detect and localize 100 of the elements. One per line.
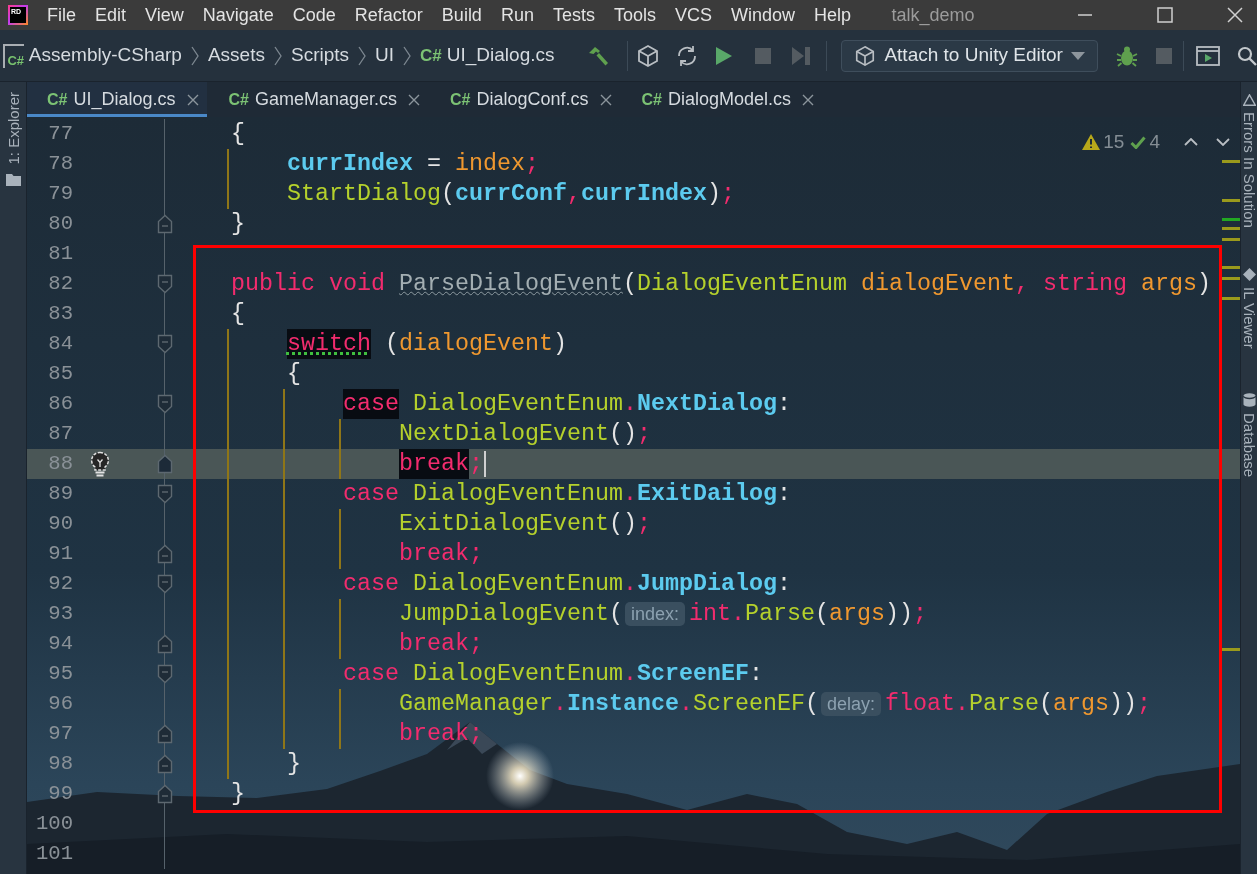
text-cursor — [484, 451, 486, 477]
line-number: 90 — [47, 511, 73, 537]
breadcrumb-item[interactable]: Assets — [207, 41, 265, 70]
database-icon[interactable] — [1242, 392, 1256, 407]
fold-marker-icon[interactable] — [157, 754, 173, 774]
code-text: } — [231, 780, 245, 809]
diamond-icon[interactable] — [1242, 267, 1256, 281]
stop-icon[interactable] — [1156, 47, 1173, 64]
bug-icon[interactable] — [1116, 44, 1139, 67]
tool-window-label[interactable]: Errors In Solution — [1240, 112, 1257, 228]
code-text: { — [287, 360, 301, 389]
play-icon[interactable] — [715, 45, 734, 66]
tool-window-label[interactable]: Database — [1240, 412, 1257, 477]
editor-tab[interactable]: C# DialogModel.cs — [619, 82, 823, 117]
chevron-down-icon[interactable] — [1216, 138, 1230, 147]
cube-icon — [854, 44, 877, 67]
warning-icon[interactable] — [1082, 134, 1101, 151]
code-text: break; — [399, 540, 483, 569]
line-number: 84 — [47, 331, 73, 357]
tool-window-label[interactable]: 1: Explorer — [4, 92, 22, 165]
close-icon[interactable] — [186, 93, 199, 106]
line-number: 92 — [47, 571, 73, 597]
breadcrumb-item[interactable]: UI — [375, 41, 395, 70]
fold-marker-icon[interactable] — [157, 724, 173, 744]
close-icon[interactable] — [1227, 7, 1243, 23]
line-number: 95 — [47, 661, 73, 687]
line-number: 78 — [47, 151, 73, 177]
line-number: 82 — [47, 271, 73, 297]
run-window-icon[interactable] — [1196, 45, 1220, 66]
code-text: case DialogEventEnum.JumpDialog: — [343, 570, 791, 599]
line-number: 100 — [34, 811, 73, 837]
close-icon[interactable] — [408, 93, 421, 106]
code-text: (dialogEvent) — [384, 330, 567, 359]
chevron-up-icon[interactable] — [1184, 138, 1198, 147]
stop-icon[interactable] — [755, 47, 772, 64]
menu-item[interactable]: Build — [432, 0, 492, 30]
step-forward-icon[interactable] — [792, 46, 811, 65]
menu-item[interactable]: VCS — [665, 0, 722, 30]
fold-marker-icon[interactable] — [157, 634, 173, 654]
menu-item[interactable]: Tools — [604, 0, 666, 30]
line-number: 99 — [47, 781, 73, 807]
fold-marker-icon[interactable] — [157, 274, 173, 294]
search-icon[interactable] — [1237, 45, 1257, 66]
close-icon[interactable] — [802, 93, 815, 106]
fold-marker-icon[interactable] — [157, 574, 173, 594]
csharp-file-icon: C# — [228, 87, 249, 112]
line-number: 98 — [47, 751, 73, 777]
code-text: GameManager.Instance.ScreenEF( — [399, 690, 819, 719]
fold-marker-icon[interactable] — [157, 544, 173, 564]
cube-icon[interactable] — [636, 43, 661, 68]
chevron-right-icon — [273, 45, 282, 66]
menu-item[interactable]: Tests — [543, 0, 605, 30]
highlighted-keyword: switch — [287, 329, 371, 359]
fold-marker-icon[interactable] — [157, 664, 173, 684]
menu-item[interactable]: Code — [283, 0, 346, 30]
csharp-file-icon: C# — [47, 87, 68, 112]
close-icon[interactable] — [599, 93, 612, 106]
code-text: } — [287, 750, 301, 779]
fold-marker-icon[interactable] — [157, 784, 173, 804]
menu-item[interactable]: Edit — [85, 0, 136, 30]
csharp-file-icon: C# — [420, 42, 442, 69]
fold-marker-icon[interactable] — [157, 484, 173, 504]
menu-item[interactable]: Run — [491, 0, 544, 30]
folder-icon[interactable] — [5, 172, 21, 186]
code-text: break; — [399, 630, 483, 659]
highlighted-keyword: break — [399, 449, 469, 479]
code-text: { — [231, 300, 245, 329]
lightbulb-icon[interactable] — [90, 451, 110, 477]
check-icon[interactable] — [1130, 135, 1147, 149]
code-text: { — [231, 120, 245, 149]
breadcrumb-item[interactable]: Assembly-CSharp — [28, 41, 182, 70]
fold-marker-icon[interactable] — [157, 394, 173, 414]
breadcrumb-item[interactable]: Scripts — [290, 41, 350, 70]
menu-item[interactable]: Navigate — [193, 0, 284, 30]
editor-tab[interactable]: C# GameManager.cs — [206, 82, 429, 117]
menu-item[interactable]: File — [37, 0, 86, 30]
breadcrumb-item[interactable]: UI_Dialog.cs — [446, 41, 555, 70]
code-text: ; — [469, 450, 483, 479]
menu-item[interactable]: Help — [804, 0, 861, 30]
code-text: currIndex = index; — [287, 150, 539, 179]
menu-item[interactable]: View — [135, 0, 194, 30]
menu-item[interactable]: Window — [721, 0, 805, 30]
fold-marker-icon[interactable] — [157, 214, 173, 234]
code-text: int.Parse(args)); — [689, 600, 928, 629]
editor-tab[interactable]: C# DialogConf.cs — [428, 82, 620, 117]
fold-marker-icon[interactable] — [157, 334, 173, 354]
fold-marker-icon[interactable] — [157, 454, 173, 474]
triangle-icon[interactable] — [1242, 94, 1256, 106]
run-configuration-dropdown[interactable]: Attach to Unity Editor — [841, 39, 1099, 72]
maximize-icon[interactable] — [1157, 7, 1173, 23]
line-number: 88 — [47, 451, 73, 477]
line-number: 97 — [47, 721, 73, 747]
window-title: talk_demo — [891, 3, 975, 28]
menu-item[interactable]: Refactor — [345, 0, 433, 30]
csharp-file-icon: C# — [641, 87, 662, 112]
chevron-right-icon — [190, 45, 199, 66]
code-text: public void ParseDialogEvent(DialogEventEnum dialogEvent, string args) — [231, 270, 1211, 299]
tool-window-label[interactable]: IL Viewer — [1240, 286, 1257, 349]
code-text: float.Parse(args)); — [885, 690, 1152, 719]
editor-tab[interactable]: C# UI_Dialog.cs — [27, 82, 207, 117]
